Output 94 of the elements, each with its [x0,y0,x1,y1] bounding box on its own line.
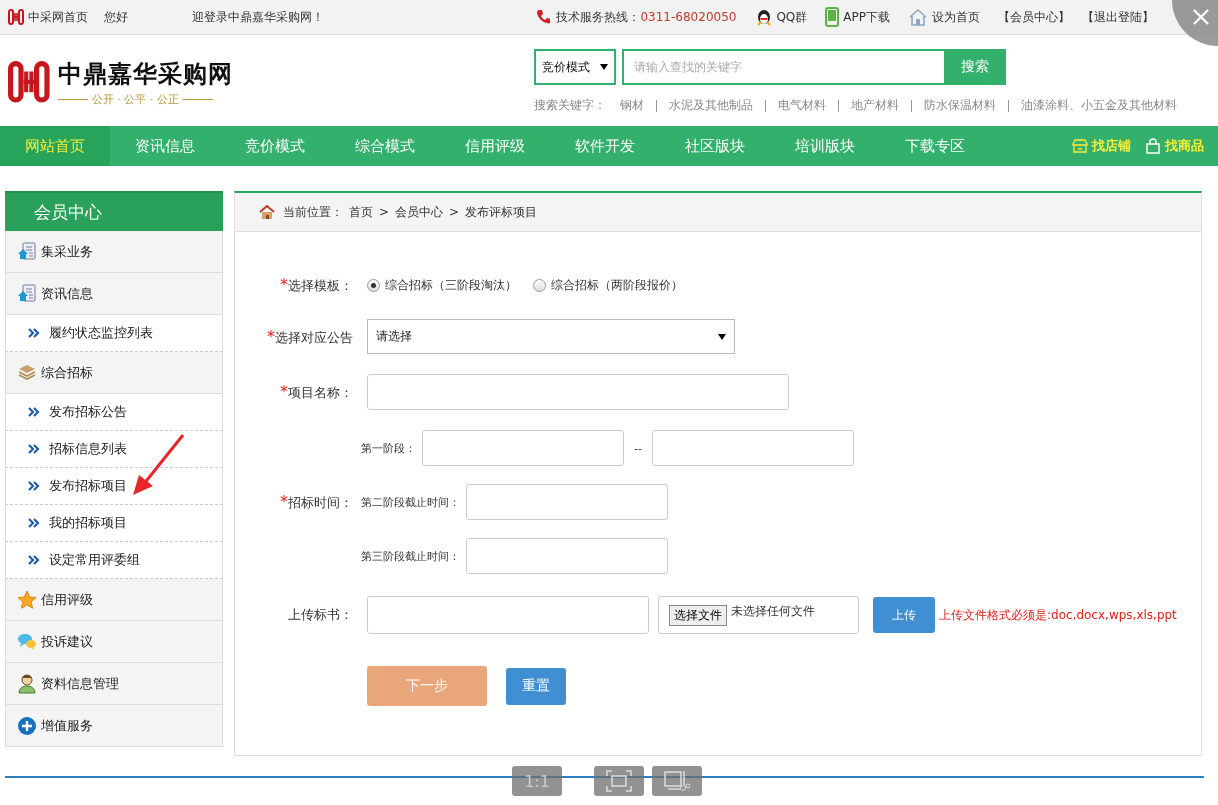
keyword-link[interactable]: 防水保温材料 [924,97,996,114]
breadcrumb-link[interactable]: 发布评标项目 [465,203,538,221]
annotation-arrow [131,433,187,497]
top-link[interactable]: 设为首页 [908,8,980,26]
field-label: 上传标书： [288,607,353,622]
search-mode-select[interactable]: 竞价模式 [534,49,616,85]
field-label: 选择对应公告 [275,329,353,345]
greeting-text: 您好 [104,8,128,26]
document-icon [17,283,37,304]
sidebar-section[interactable]: 投诉建议 [5,621,223,663]
top-link[interactable]: 【会员中心】 [998,8,1070,26]
layers-icon [17,362,37,383]
hotline-number: 0311-68020050 [640,10,737,24]
sidebar-section[interactable]: 信用评级 [5,579,223,621]
radio-button[interactable] [367,278,380,292]
sidebar-link[interactable]: 发布招标公告 [5,394,223,431]
person-icon [17,673,37,694]
caret-icon [718,333,726,340]
radio-option[interactable]: 综合招标（两阶段报价） [533,276,683,294]
stage-label: 第一阶段： [361,440,416,456]
required-mark: * [280,492,288,511]
sidebar-link[interactable]: 招标信息列表 [5,431,223,468]
penguin-icon [756,8,773,26]
keyword-link[interactable]: 油漆涂料、小五金及其他材料 [1021,97,1177,114]
top-link[interactable]: APP下载 [825,7,890,27]
logo-icon [8,61,50,103]
house-icon [259,205,275,219]
screenshot-button[interactable] [652,766,702,796]
mobile-phone-icon [825,7,840,27]
range-separator: -- [634,441,642,455]
logo-title: 中鼎嘉华采购网 [58,58,233,90]
radio-button[interactable] [533,278,546,292]
close-icon [1192,8,1210,26]
breadcrumb-label: 当前位置： [283,203,343,221]
file-path-field[interactable] [367,596,649,634]
chevrons-icon [28,444,40,454]
file-status: 未选择任何文件 [731,603,815,620]
keyword-link[interactable]: 钢材 [620,97,644,114]
logo-slogan: 公开 · 公平 · 公正 [92,91,179,107]
top-link[interactable]: 【退出登陆】 [1082,8,1154,26]
document-icon [17,241,37,262]
field-label: 选择模板： [288,278,353,293]
star-icon [17,589,37,610]
date-field[interactable] [422,430,624,466]
sidebar-section[interactable]: 综合招标 [5,352,223,394]
notice-select[interactable]: 请选择 [367,319,735,354]
date-field[interactable] [466,538,668,574]
chat-icon [17,631,37,652]
field-label: 招标时间： [288,495,353,510]
chevrons-icon [28,518,40,528]
house-icon [908,8,928,26]
choose-file-button[interactable]: 选择文件 [669,605,727,626]
keywords-label: 搜索关键字： [534,97,606,114]
breadcrumb-separator: > [449,205,460,219]
project-name-field[interactable] [367,374,789,410]
stage-label: 第二阶段截止时间： [361,494,460,510]
sidebar-section[interactable]: 增值服务 [5,705,223,747]
hotline-label: 技术服务热线： [556,8,641,26]
phone-icon [536,9,551,25]
stage-label: 第三阶段截止时间： [361,548,460,564]
chevrons-icon [28,407,40,417]
radio-option[interactable]: 综合招标（三阶段淘汰） [367,276,517,294]
sidebar-section[interactable]: 集采业务 [5,231,223,273]
sidebar-section[interactable]: 资讯信息 [5,273,223,315]
breadcrumb-link[interactable]: 会员中心 [395,203,444,221]
chevrons-icon [28,555,40,565]
date-field[interactable] [466,484,668,520]
plus-icon [17,715,37,736]
bag-icon [1145,138,1161,154]
keyword-link[interactable]: 电气材料 [778,97,826,114]
sidebar-title: 会员中心 [5,191,223,231]
welcome-text: 迎登录中鼎嘉华采购网！ [192,8,324,26]
keyword-link[interactable]: 地产材料 [851,97,899,114]
search-field[interactable]: 请输入查找的关键字 [622,49,944,85]
required-mark: * [280,275,288,294]
caret-icon [600,64,608,70]
logo-icon [8,9,24,25]
breadcrumb-link[interactable]: 首页 [349,203,373,221]
top-link[interactable]: QQ群 [756,8,808,26]
field-label: 项目名称： [288,385,353,400]
chevrons-icon [28,481,40,491]
sidebar-section[interactable]: 资料信息管理 [5,663,223,705]
breadcrumb-separator: > [379,205,390,219]
fit-screen-icon [606,770,632,792]
required-mark: * [267,326,275,346]
sidebar-link[interactable]: 我的招标项目 [5,505,223,542]
date-field[interactable] [651,430,854,466]
home-link[interactable]: 中采网首页 [8,8,88,26]
required-mark: * [280,382,288,401]
keyword-link[interactable]: 水泥及其他制品 [669,97,753,114]
chevrons-icon [28,328,40,338]
shop-icon [1072,139,1088,153]
fit-screen-button[interactable] [594,766,644,796]
upload-hint: 上传文件格式必须是:doc,docx,wps,xls,ppt [939,606,1177,624]
